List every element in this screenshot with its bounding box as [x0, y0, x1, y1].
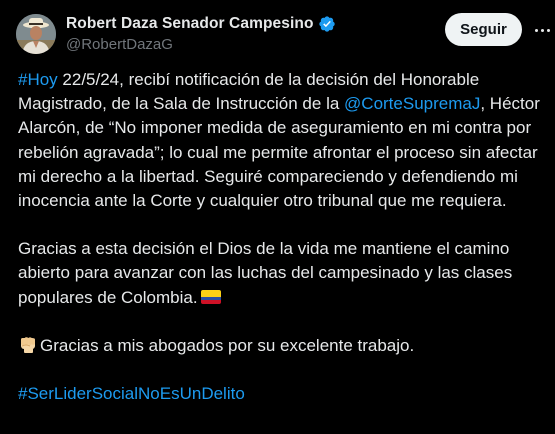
hashtag-hoy-link[interactable]: #Hoy [18, 70, 58, 89]
author-info[interactable]: Robert Daza Senador Campesino @RobertDaz… [66, 13, 336, 53]
tweet-text: #Hoy 22/5/24, recibí notificación de la … [18, 68, 548, 406]
tweet-paragraph-4: #SerLiderSocialNoEsUnDelito [18, 382, 548, 406]
mention-cortesupremaj-link[interactable]: @CorteSupremaJ [344, 94, 480, 113]
follow-button[interactable]: Seguir [445, 13, 522, 46]
tweet-paragraph-3: Gracias a mis abogados por su excelente … [18, 334, 548, 358]
author-handle[interactable]: @RobertDazaG [66, 36, 336, 53]
hashtag-serlidersocial-link[interactable]: #SerLiderSocialNoEsUnDelito [18, 384, 245, 403]
tweet-card: Robert Daza Senador Campesino @RobertDaz… [0, 0, 555, 434]
tweet-paragraph-1: #Hoy 22/5/24, recibí notificación de la … [18, 68, 548, 213]
verified-badge-icon [318, 16, 335, 32]
author-display-name[interactable]: Robert Daza Senador Campesino [66, 15, 314, 33]
colombia-flag-icon [200, 289, 221, 304]
avatar[interactable] [16, 14, 56, 54]
tweet-text-segment: Gracias a esta decisión el Dios de la vi… [18, 239, 513, 307]
tweet-paragraph-2: Gracias a esta decisión el Dios de la vi… [18, 237, 548, 310]
raised-fist-icon [21, 337, 35, 353]
tweet-text-segment: Gracias a mis abogados por su excelente … [40, 335, 415, 355]
avatar-image [16, 14, 56, 54]
more-options-icon[interactable] [533, 22, 551, 38]
